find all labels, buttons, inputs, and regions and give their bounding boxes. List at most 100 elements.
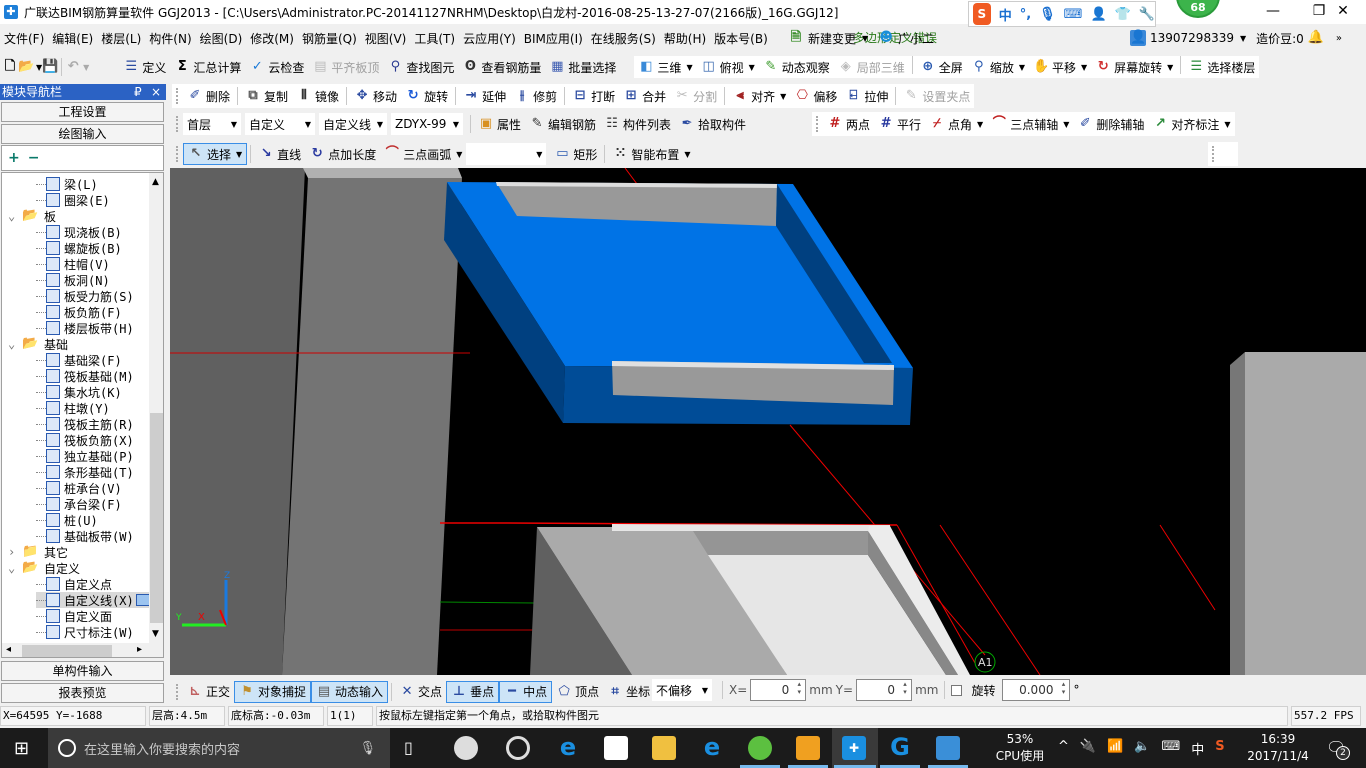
chevron-down-icon[interactable]: ▼ [977,120,983,129]
delete-axis-button[interactable]: ✐ 删除辅轴 [1073,113,1148,135]
account-phone[interactable]: 13907298339 [1150,31,1234,45]
split-button[interactable]: ✂ 分割 [670,85,721,107]
tree-item[interactable]: 自定义线(X) [36,592,149,608]
scroll-right-icon[interactable]: ▸ [137,644,142,655]
right-column[interactable] [1230,352,1366,675]
extend-button[interactable]: ⇥ 延伸 [459,85,510,107]
ortho-button[interactable]: ⊾ 正交 [183,681,234,703]
fan-app-icon[interactable] [454,736,478,760]
task-view-icon[interactable]: ▯ [404,738,413,757]
chevron-down-icon[interactable]: ▼ [1063,120,1069,129]
midpoint-button[interactable]: ━ 中点 [499,680,553,703]
chevron-down-icon[interactable]: ▼ [236,150,242,159]
windows-start-icon[interactable]: ⊞ [14,738,29,759]
tree-folder[interactable]: ⌄ 📂 基础 [8,336,68,352]
tree-vertical-scrollbar[interactable]: ▲ ▼ [149,173,163,643]
cloud-check-button[interactable]: ✓ 云检查 [245,56,308,78]
tree-folder[interactable]: ⌄ 📂 自定义 [8,560,80,576]
point-angle-button[interactable]: ⌿ 点角 ▼ [925,113,987,135]
tree-item[interactable]: 自定义面 [36,608,112,624]
mirror-button[interactable]: ⫴ 镜像 [292,85,343,107]
menu-item[interactable]: 修改(M) [246,30,298,47]
align-dimension-button[interactable]: ↗ 对齐标注 ▼ [1148,113,1234,135]
cube-button[interactable]: ◧ 三维 ▼ [634,56,696,78]
3d-viewport[interactable]: A1 X Y Z [170,168,1366,675]
menu-item[interactable]: 绘图(D) [196,30,247,47]
chevron-down-icon[interactable]: ▼ [686,63,692,72]
scroll-thumb[interactable] [22,645,112,657]
user-icon[interactable]: 👤 [1090,7,1106,22]
chevron-down-icon[interactable]: ⌄ [8,337,22,351]
skin-shirt-icon[interactable]: 👕 [1115,7,1131,22]
coordinate-button[interactable]: ⌗ 坐标 [603,681,654,703]
scroll-left-icon[interactable]: ◂ [6,644,11,655]
component-list-button[interactable]: ☷ 构件列表 [600,113,675,135]
menu-item[interactable]: 钢筋量(Q) [298,30,361,47]
break-button[interactable]: ⊟ 打断 [568,85,619,107]
ime-toolbar[interactable]: S 中 °, 🎙 ⌨ 👤 👕 🔧 [968,1,1156,27]
orbit-button[interactable]: ✎ 动态观察 [759,56,834,78]
category-select[interactable]: 自定义 ▼ [245,113,315,135]
menu-item[interactable]: 文件(F) [0,30,48,47]
glodon-ggj-icon[interactable]: ✚ [842,736,866,760]
tree-item[interactable]: 桩(U) [36,512,98,528]
tree-item[interactable]: 桩承台(V) [36,480,122,496]
vertex-button[interactable]: ⬠ 顶点 [552,681,603,703]
menu-item[interactable]: 工具(T) [410,30,459,47]
tree-item[interactable]: 基础梁(F) [36,352,122,368]
cursor-button[interactable]: ↖ 选择 ▼ [183,143,248,165]
tree-item[interactable]: 基础板带(W) [36,528,134,544]
clock[interactable]: 16:39 2017/11/4 [1240,731,1316,765]
account-area[interactable]: 👤 13907298339 ▼ 造价豆:0 🔔 » [1130,27,1342,49]
sogou-tray-icon[interactable]: S [1215,739,1224,758]
three-point-axis-button[interactable]: ⌒ 三点辅轴 ▼ [987,113,1073,135]
close-button[interactable]: ✕ [1320,0,1366,24]
type-select[interactable]: 自定义线 ▼ [319,113,387,135]
microphone-icon[interactable]: 🎙 [359,741,376,756]
menu-item[interactable]: 视图(V) [361,30,411,47]
model-canvas[interactable]: A1 X Y Z [170,168,1366,675]
ie-browser-icon[interactable]: e [700,735,724,760]
file-explorer-icon[interactable] [652,736,676,760]
tree-item[interactable]: 尺寸标注(W) [36,624,134,640]
report-preview-button[interactable]: 报表预览 [1,683,164,703]
edit-rebar-button[interactable]: ✎ 编辑钢筋 [525,113,600,135]
move-button[interactable]: ✥ 移动 [350,85,401,107]
chevron-down-icon[interactable]: ▼ [749,63,755,72]
toolbar-grip[interactable] [176,88,179,104]
scroll-down-icon[interactable]: ▼ [152,629,159,639]
ime-punct-toggle[interactable]: °, [1020,7,1031,22]
point-length-button[interactable]: ↻ 点加长度 [305,143,380,165]
cpu-meter[interactable]: 53% CPU使用 [990,731,1050,765]
tray-expand-icon[interactable]: ^ [1058,739,1069,758]
tree-item[interactable]: 柱帽(V) [36,256,110,272]
define-button[interactable]: ☰ 定义 [119,56,170,78]
taskbar-search-box[interactable]: 在这里输入你要搜索的内容 🎙 [48,728,390,768]
green-app-icon[interactable] [748,736,772,760]
chevron-down-icon[interactable]: ▼ [1019,63,1025,72]
toolbar-grip[interactable] [816,116,819,132]
merge-button[interactable]: ⊞ 合并 [619,85,670,107]
toolbar-grip[interactable] [176,116,179,132]
chevron-down-icon[interactable]: ▼ [1224,120,1230,129]
pan-button[interactable]: ✋ 平移 ▼ [1029,56,1091,78]
edge-browser-icon[interactable]: e [556,735,580,760]
scroll-thumb[interactable] [150,413,163,623]
arc-mode-select[interactable]: ▼ [466,143,547,165]
left-column[interactable] [170,168,462,675]
toolbar-grip[interactable] [176,683,179,700]
undo-icon[interactable]: ↶ [65,59,81,75]
fullscreen-button[interactable]: ⊕ 全屏 [916,56,967,78]
menu-item[interactable]: 楼层(L) [97,30,145,47]
toolbar-grip[interactable] [176,146,179,162]
chevron-down-icon[interactable]: ▼ [1240,34,1246,43]
rotate-checkbox[interactable] [951,684,963,696]
power-icon[interactable]: 🔌 [1080,739,1096,758]
tree-item[interactable]: 板受力筋(S) [36,288,134,304]
keyboard-icon[interactable]: ⌨ [1161,739,1180,758]
menu-item[interactable]: 云应用(Y) [459,30,520,47]
y-offset-input[interactable]: 0 [856,679,913,701]
menu-item[interactable]: 编辑(E) [48,30,97,47]
ime-mode-toggle[interactable]: 中 [999,5,1012,24]
rectangle-button[interactable]: ▭ 矩形 [550,143,601,165]
